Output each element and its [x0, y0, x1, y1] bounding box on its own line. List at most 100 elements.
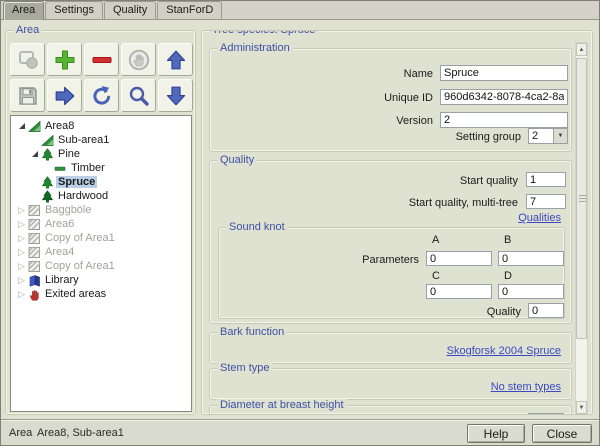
- tab-area[interactable]: Area: [3, 1, 44, 20]
- column-d-header: D: [504, 270, 512, 282]
- bark-function-group-label: Bark function: [217, 326, 287, 338]
- tree-item[interactable]: Spruce: [11, 175, 191, 189]
- area-panel-label: Area: [13, 24, 42, 36]
- tree-item[interactable]: ▷Area6: [11, 217, 191, 231]
- sound-knot-quality-input[interactable]: [528, 303, 564, 318]
- area-panel: Area Area8Sub-area1PineTimberSpruceHardw…: [5, 30, 196, 415]
- undo-icon: [90, 84, 114, 108]
- tab-bar: Area Settings Quality StanForD: [1, 1, 599, 20]
- version-input[interactable]: [440, 112, 568, 128]
- column-a-header: A: [432, 234, 439, 246]
- unique-id-input[interactable]: [440, 89, 568, 105]
- expander-open-icon[interactable]: [15, 123, 28, 129]
- new-area-icon: [16, 48, 40, 72]
- expander-open-icon[interactable]: [28, 151, 41, 157]
- tree-item[interactable]: ▷ Copy of Area1: [11, 259, 191, 273]
- application-window: Area Settings Quality StanForD Area Area…: [0, 0, 600, 446]
- add-icon: [53, 48, 77, 72]
- start-quality-multi-input[interactable]: [526, 194, 566, 209]
- save-button[interactable]: [10, 79, 45, 112]
- column-c-header: C: [432, 270, 440, 282]
- start-quality-input[interactable]: [526, 172, 566, 187]
- tree-item-label: Area8: [43, 120, 76, 132]
- hatched-icon: [28, 260, 43, 273]
- administration-group: Administration Name Unique ID Version Se…: [209, 48, 572, 152]
- status-context-label: Area: [9, 427, 32, 439]
- tree-item-label: Exited areas: [43, 288, 108, 300]
- expander-closed-icon[interactable]: ▷: [15, 220, 28, 229]
- sound-knot-quality-label: Quality: [341, 306, 521, 318]
- scroll-down-icon[interactable]: ▼: [576, 401, 587, 414]
- expander-closed-icon[interactable]: ▷: [15, 234, 28, 243]
- tree-item[interactable]: ▷Library: [11, 273, 191, 287]
- status-path-label: Area8, Sub-area1: [37, 427, 124, 439]
- expander-closed-icon[interactable]: ▷: [15, 290, 28, 299]
- close-button[interactable]: Close: [532, 424, 592, 443]
- tab-quality[interactable]: Quality: [104, 1, 156, 19]
- fir-dark-icon: [41, 190, 56, 203]
- help-button[interactable]: Help: [467, 424, 525, 443]
- expander-closed-icon[interactable]: ▷: [15, 248, 28, 257]
- move-down-button[interactable]: [158, 79, 193, 112]
- expander-closed-icon[interactable]: ▷: [15, 262, 28, 271]
- undo-button[interactable]: [84, 79, 119, 112]
- scrollbar-grip: [579, 195, 586, 202]
- parameter-d-input[interactable]: [498, 284, 564, 299]
- timber-icon: [54, 162, 69, 175]
- move-up-button[interactable]: [158, 43, 193, 76]
- chevron-down-icon[interactable]: ▼: [553, 129, 567, 143]
- pan-hand-button[interactable]: [121, 43, 156, 76]
- library-icon: [28, 274, 43, 287]
- bark-function-link[interactable]: Skogforsk 2004 Spruce: [447, 345, 561, 357]
- area-toolbar: [10, 43, 193, 112]
- stem-type-group: Stem type No stem types: [209, 368, 572, 400]
- stem-type-group-label: Stem type: [217, 362, 273, 374]
- tree-item[interactable]: ▷Area4: [11, 245, 191, 259]
- tree-item[interactable]: Timber: [11, 161, 191, 175]
- tree-item-label: Baggböle: [43, 204, 94, 216]
- remove-button[interactable]: [84, 43, 119, 76]
- dbh-group: Diameter at breast height: [209, 405, 572, 415]
- hatched-icon: [28, 204, 43, 217]
- setting-group-select[interactable]: 2 ▼: [528, 128, 568, 144]
- administration-group-label: Administration: [217, 42, 293, 54]
- parameter-a-input[interactable]: [426, 251, 492, 266]
- tree-item[interactable]: ▷ Exited areas: [11, 287, 191, 301]
- move-up-icon: [164, 48, 188, 72]
- parameter-b-input[interactable]: [498, 251, 564, 266]
- expander-closed-icon[interactable]: ▷: [15, 276, 28, 285]
- tree-item[interactable]: Pine: [11, 147, 191, 161]
- qualities-link[interactable]: Qualities: [518, 212, 561, 224]
- tree-item[interactable]: Sub-area1: [11, 133, 191, 147]
- scroll-up-icon[interactable]: ▲: [576, 43, 587, 56]
- name-input[interactable]: [440, 65, 568, 81]
- dbh-input[interactable]: [528, 413, 564, 415]
- start-quality-multi-label: Start quality, multi-tree: [338, 197, 518, 209]
- tab-stanford[interactable]: StanForD: [157, 1, 222, 19]
- tree-item[interactable]: Area8: [11, 119, 191, 133]
- zoom-tool-button[interactable]: [121, 79, 156, 112]
- sound-knot-group-label: Sound knot: [226, 221, 288, 233]
- scrollbar-thumb[interactable]: [576, 58, 587, 339]
- tab-settings[interactable]: Settings: [45, 1, 103, 19]
- tree-item[interactable]: ▷ Baggböle: [11, 203, 191, 217]
- wedge-icon: [28, 120, 43, 133]
- quality-group-label: Quality: [217, 154, 257, 166]
- expander-closed-icon[interactable]: ▷: [15, 206, 28, 215]
- new-area-button[interactable]: [10, 43, 45, 76]
- tree-item[interactable]: Hardwood: [11, 189, 191, 203]
- vertical-scrollbar[interactable]: ▲ ▼: [575, 42, 588, 415]
- hatched-icon: [28, 232, 43, 245]
- parameter-c-input[interactable]: [426, 284, 492, 299]
- pan-hand-icon: [127, 48, 151, 72]
- wedge-icon: [41, 134, 56, 147]
- hatched-icon: [28, 218, 43, 231]
- stem-type-link[interactable]: No stem types: [491, 381, 561, 393]
- save-icon: [16, 84, 40, 108]
- forward-button[interactable]: [47, 79, 82, 112]
- add-button[interactable]: [47, 43, 82, 76]
- tree-item-label: Pine: [56, 148, 82, 160]
- hatched-icon: [28, 246, 43, 259]
- tree-item[interactable]: ▷Copy of Area1: [11, 231, 191, 245]
- tree-item-label: Copy of Area1: [43, 260, 117, 272]
